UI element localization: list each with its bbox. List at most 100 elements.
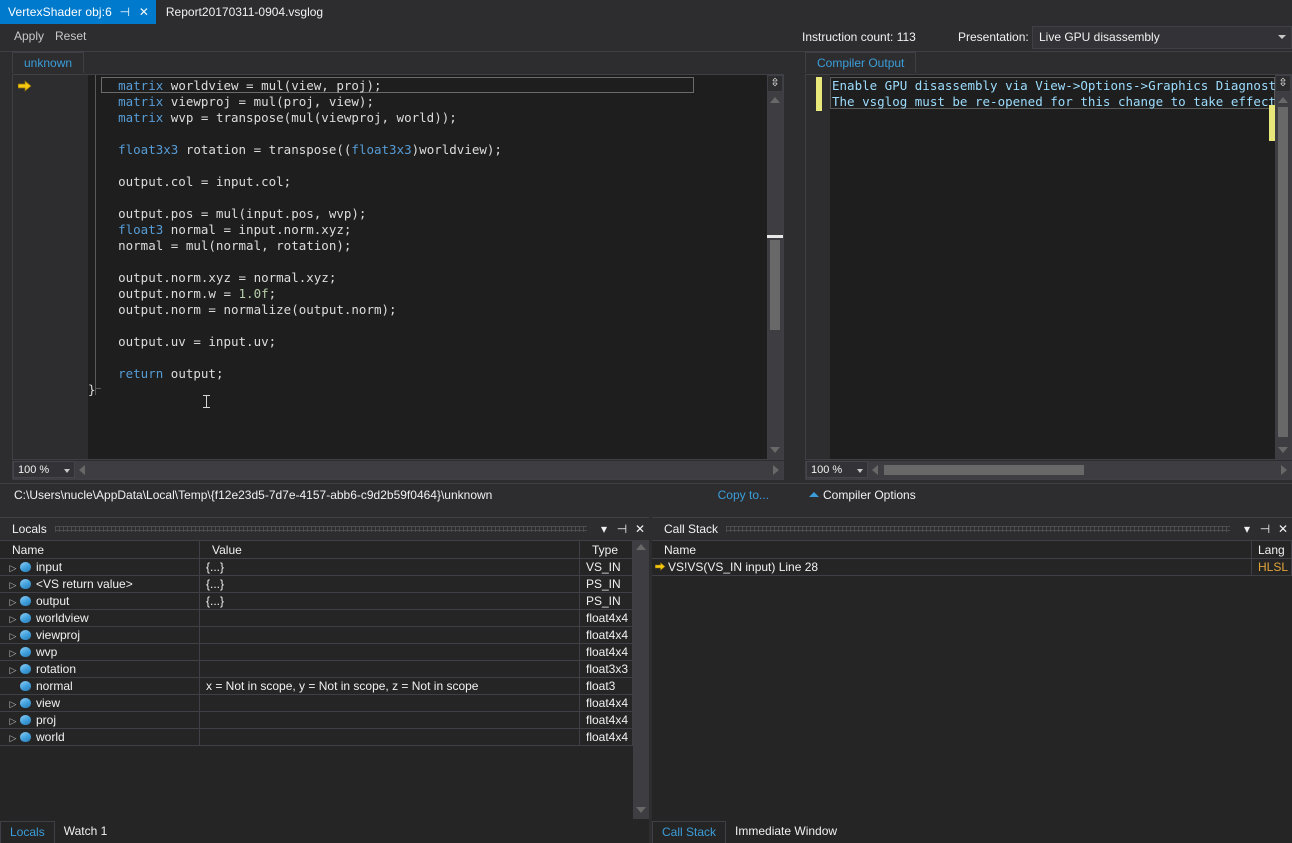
locals-cell-value[interactable] xyxy=(200,644,580,660)
callstack-column-name[interactable]: Name xyxy=(652,541,1252,558)
locals-cell-value[interactable]: {...} xyxy=(200,559,580,575)
locals-close-icon[interactable]: ✕ xyxy=(631,522,649,536)
locals-cell-name[interactable]: normal xyxy=(0,678,200,694)
locals-cell-name[interactable]: ▷ proj xyxy=(0,712,200,728)
panel-drag-grip[interactable] xyxy=(726,526,1230,532)
compiler-output-horizontal-scrollbar[interactable]: 100 % xyxy=(805,461,1292,480)
apply-button[interactable]: Apply xyxy=(14,29,44,43)
reset-button[interactable]: Reset xyxy=(55,29,86,43)
chevron-right-icon[interactable]: ▷ xyxy=(6,665,20,676)
locals-cell-value[interactable] xyxy=(200,712,580,728)
shader-code-editor[interactable]: matrix worldview = mul(view, proj); matr… xyxy=(12,74,784,460)
scroll-up-arrow-icon[interactable] xyxy=(1278,97,1288,103)
locals-menu-button[interactable]: ▾ xyxy=(595,522,613,536)
locals-cell-value[interactable]: {...} xyxy=(200,576,580,592)
locals-cell-name[interactable]: ▷ viewproj xyxy=(0,627,200,643)
table-row[interactable]: ▷ <VS return value> {...} PS_IN xyxy=(0,576,649,593)
chevron-right-icon[interactable]: ▷ xyxy=(6,597,20,608)
table-row[interactable]: ▷ world float4x4 xyxy=(0,729,649,746)
scroll-down-arrow-icon[interactable] xyxy=(636,807,646,813)
tab-compiler-output[interactable]: Compiler Output xyxy=(805,52,917,73)
close-icon[interactable]: ✕ xyxy=(138,6,150,18)
locals-cell-value[interactable]: x = Not in scope, y = Not in scope, z = … xyxy=(200,678,580,694)
locals-vertical-scrollbar[interactable] xyxy=(633,540,649,819)
locals-cell-name[interactable]: ▷ worldview xyxy=(0,610,200,626)
locals-cell-value[interactable] xyxy=(200,610,580,626)
table-row[interactable]: normal x = Not in scope, y = Not in scope… xyxy=(0,678,649,695)
locals-pin-icon[interactable]: ⊣ xyxy=(613,522,631,536)
presentation-select[interactable]: Live GPU disassembly xyxy=(1032,26,1292,49)
scroll-right-arrow-icon[interactable] xyxy=(773,465,779,475)
tab-vsglog-report[interactable]: Report20170311-0904.vsglog xyxy=(155,0,334,24)
scroll-down-arrow-icon[interactable] xyxy=(1278,447,1288,453)
locals-cell-name[interactable]: ▷ input xyxy=(0,559,200,575)
chevron-right-icon[interactable]: ▷ xyxy=(6,699,20,710)
tab-unknown[interactable]: unknown xyxy=(12,52,85,73)
scroll-down-arrow-icon[interactable] xyxy=(770,447,780,453)
tab-immediate-window[interactable]: Immediate Window xyxy=(726,821,847,843)
table-row[interactable]: VS!VS(VS_IN input) Line 28 HLSL xyxy=(652,559,1292,576)
table-row[interactable]: ▷ input {...} VS_IN xyxy=(0,559,649,576)
locals-cell-name[interactable]: ▷ output xyxy=(0,593,200,609)
locals-cell-name[interactable]: ▷ rotation xyxy=(0,661,200,677)
chevron-right-icon[interactable]: ▷ xyxy=(6,716,20,727)
locals-column-value[interactable]: Value xyxy=(200,541,580,558)
tab-vertexshader[interactable]: VertexShader obj:6 ⊣ ✕ xyxy=(0,0,156,24)
locals-cell-value[interactable] xyxy=(200,661,580,677)
document-tab-strip: VertexShader obj:6 ⊣ ✕ Report20170311-09… xyxy=(0,0,1292,24)
compiler-options-bar[interactable]: Compiler Options xyxy=(793,483,1292,505)
compiler-output-text-area[interactable]: Enable GPU disassembly via View->Options… xyxy=(805,74,1292,460)
table-row[interactable]: ▷ output {...} PS_IN xyxy=(0,593,649,610)
scroll-up-arrow-icon[interactable] xyxy=(636,544,646,550)
tab-locals[interactable]: Locals xyxy=(0,821,55,843)
scroll-left-arrow-icon[interactable] xyxy=(872,465,878,475)
editor-horizontal-scrollbar[interactable]: 100 % xyxy=(12,461,784,480)
editor-scroll-thumb[interactable] xyxy=(770,240,780,330)
compiler-output-zoom-select[interactable]: 100 % xyxy=(806,461,868,478)
table-row[interactable]: ▷ worldview float4x4 xyxy=(0,610,649,627)
table-row[interactable]: ▷ viewproj float4x4 xyxy=(0,627,649,644)
locals-cell-value[interactable]: {...} xyxy=(200,593,580,609)
panel-drag-grip[interactable] xyxy=(54,526,587,532)
chevron-right-icon[interactable]: ▷ xyxy=(6,733,20,744)
table-row[interactable]: ▷ rotation float3x3 xyxy=(0,661,649,678)
table-row[interactable]: ▷ proj float4x4 xyxy=(0,712,649,729)
compiler-output-scroll-thumb[interactable] xyxy=(1278,107,1288,437)
tab-call-stack[interactable]: Call Stack xyxy=(652,821,727,843)
scroll-up-arrow-icon[interactable] xyxy=(770,97,780,103)
editor-split-handle[interactable]: ⇳ xyxy=(767,75,783,92)
pin-icon[interactable]: ⊣ xyxy=(119,6,131,18)
chevron-right-icon[interactable]: ▷ xyxy=(6,614,20,625)
locals-cell-name[interactable]: ▷ wvp xyxy=(0,644,200,660)
callstack-cell-name[interactable]: VS!VS(VS_IN input) Line 28 xyxy=(652,559,1252,575)
locals-cell-value[interactable] xyxy=(200,695,580,711)
locals-cell-name[interactable]: ▷ view xyxy=(0,695,200,711)
editor-vertical-scrollbar[interactable]: ⇳ xyxy=(767,75,783,459)
callstack-menu-button[interactable]: ▾ xyxy=(1238,522,1256,536)
scroll-left-arrow-icon[interactable] xyxy=(79,465,85,475)
chevron-right-icon[interactable]: ▷ xyxy=(6,631,20,642)
tab-watch-1[interactable]: Watch 1 xyxy=(54,821,117,843)
locals-cell-value[interactable] xyxy=(200,627,580,643)
locals-cell-value[interactable] xyxy=(200,729,580,745)
callstack-column-lang[interactable]: Lang xyxy=(1252,541,1292,558)
scroll-right-arrow-icon[interactable] xyxy=(1281,465,1287,475)
locals-horizontal-scrollbar[interactable] xyxy=(0,807,633,821)
compiler-output-hscroll-thumb[interactable] xyxy=(884,465,1084,475)
locals-cell-name[interactable]: ▷ <VS return value> xyxy=(0,576,200,592)
callstack-pin-icon[interactable]: ⊣ xyxy=(1256,522,1274,536)
chevron-right-icon[interactable]: ▷ xyxy=(6,563,20,574)
chevron-right-icon[interactable]: ▷ xyxy=(6,580,20,591)
table-row[interactable]: ▷ view float4x4 xyxy=(0,695,649,712)
compiler-output-split-handle[interactable]: ⇳ xyxy=(1275,75,1291,92)
locals-name-label: worldview xyxy=(36,611,89,625)
callstack-close-icon[interactable]: ✕ xyxy=(1274,522,1292,536)
chevron-right-icon[interactable]: ▷ xyxy=(6,648,20,659)
compiler-output-vertical-scrollbar[interactable]: ⇳ xyxy=(1275,75,1291,459)
locals-cell-name[interactable]: ▷ world xyxy=(0,729,200,745)
copy-to-link[interactable]: Copy to... xyxy=(718,488,769,502)
locals-column-type[interactable]: Type xyxy=(580,541,633,558)
editor-zoom-select[interactable]: 100 % xyxy=(13,461,75,478)
table-row[interactable]: ▷ wvp float4x4 xyxy=(0,644,649,661)
locals-column-name[interactable]: Name xyxy=(0,541,200,558)
